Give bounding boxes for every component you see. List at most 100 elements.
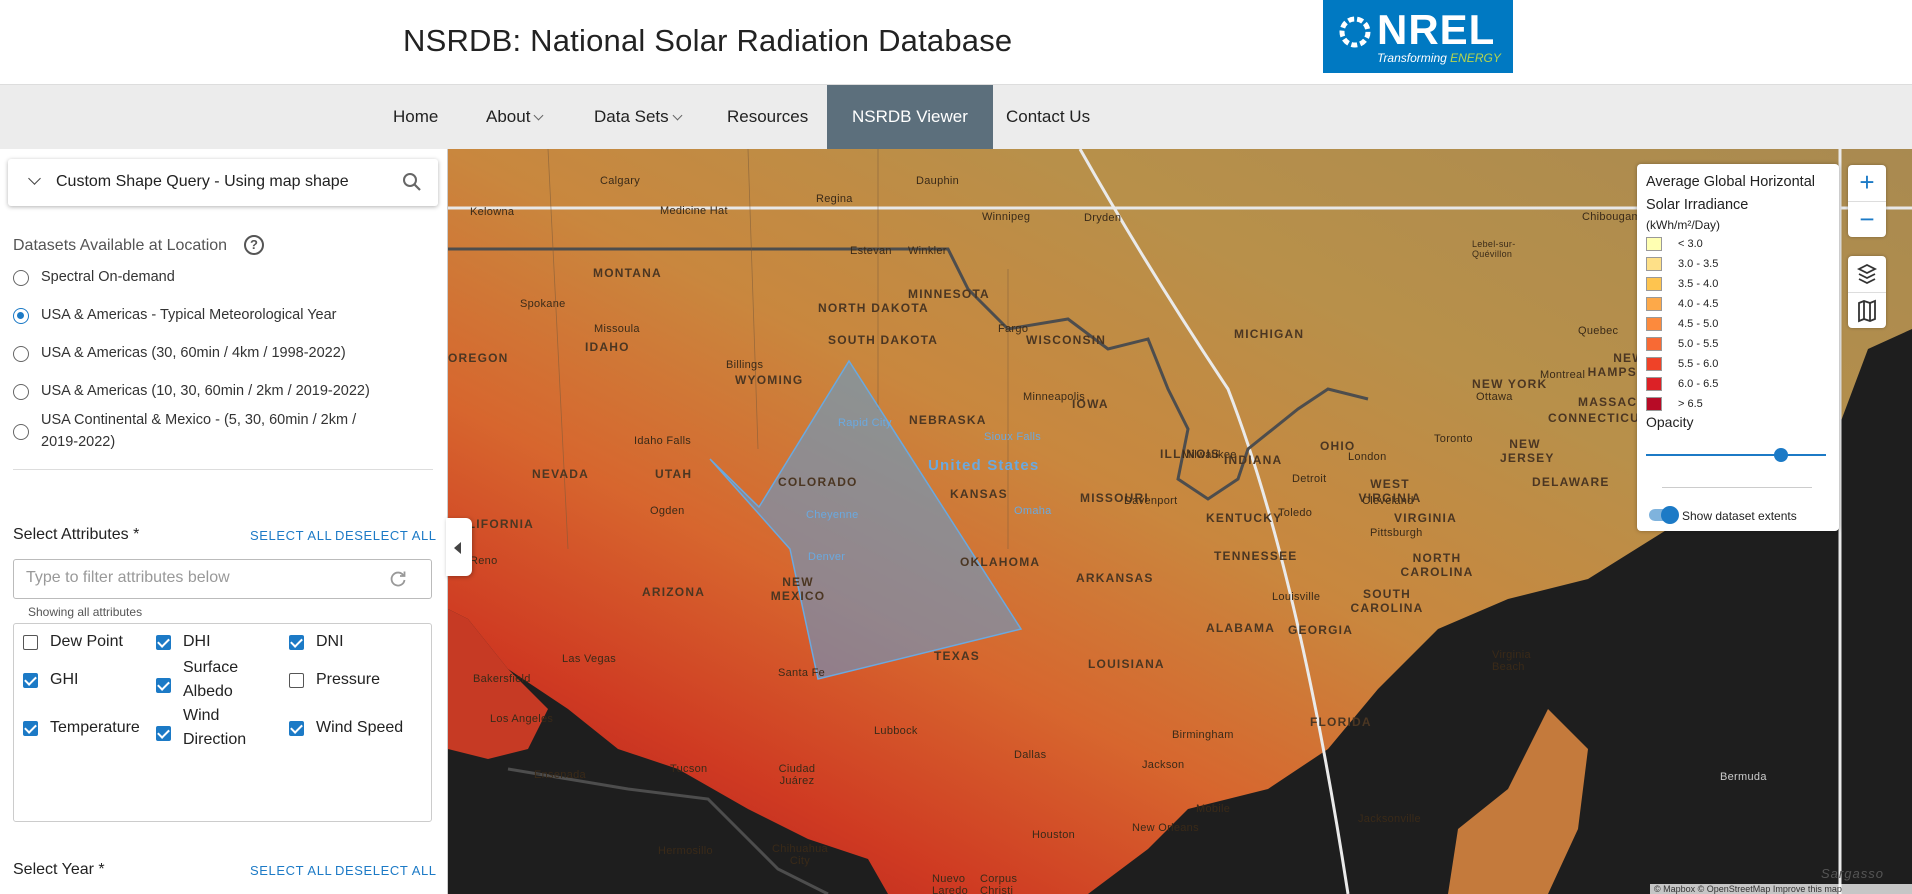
query-type-select[interactable]: Custom Shape Query - Using map shape bbox=[8, 159, 438, 206]
attr-label[interactable]: Surface Albedo bbox=[183, 656, 263, 704]
dataset-radio[interactable] bbox=[13, 308, 29, 324]
state-label: NEVADA bbox=[532, 467, 589, 481]
zoom-out-button[interactable]: − bbox=[1848, 201, 1886, 237]
zoom-control: + − bbox=[1848, 165, 1886, 237]
city-label: Lubbock bbox=[874, 725, 918, 737]
basemap-button[interactable] bbox=[1848, 292, 1886, 328]
datasets-heading: Datasets Available at Location bbox=[13, 237, 228, 254]
state-label: NEW MEXICO bbox=[770, 575, 826, 603]
attr-wind-direction-checkbox[interactable] bbox=[156, 726, 171, 741]
map-legend: Average Global Horizontal Solar Irradian… bbox=[1637, 164, 1839, 531]
search-icon[interactable] bbox=[401, 171, 423, 193]
opacity-slider-handle[interactable] bbox=[1774, 448, 1788, 462]
attr-dhi-checkbox[interactable] bbox=[156, 635, 171, 650]
attributes-select-all-button[interactable]: SELECT ALL bbox=[250, 528, 332, 543]
opacity-slider-track[interactable] bbox=[1646, 454, 1826, 456]
attr-wind-speed-checkbox[interactable] bbox=[289, 721, 304, 736]
city-label: Winnipeg bbox=[982, 211, 1031, 223]
attr-label[interactable]: Wind Direction bbox=[183, 704, 273, 752]
chevron-down-icon bbox=[28, 172, 41, 185]
state-label: SOUTH CAROLINA bbox=[1350, 587, 1424, 615]
state-label: GEORGIA bbox=[1288, 623, 1354, 637]
layers-button[interactable] bbox=[1848, 256, 1886, 292]
attr-label[interactable]: DHI bbox=[183, 630, 211, 654]
city-label: Estevan bbox=[850, 245, 892, 257]
city-label: Sioux Falls bbox=[984, 431, 1042, 443]
attr-label[interactable]: Dew Point bbox=[50, 630, 123, 654]
dataset-radio[interactable] bbox=[13, 384, 29, 400]
city-label: Denver bbox=[808, 551, 846, 563]
legend-swatch bbox=[1646, 337, 1662, 351]
nav-home[interactable]: Home bbox=[393, 85, 438, 149]
city-label: Detroit bbox=[1292, 473, 1327, 485]
map-watermark: Sargasso bbox=[1821, 866, 1884, 881]
dataset-label[interactable]: USA Continental & Mexico - (5, 30, 60min… bbox=[41, 409, 381, 453]
attr-label[interactable]: Temperature bbox=[50, 716, 140, 740]
dataset-extents-toggle[interactable] bbox=[1649, 506, 1679, 524]
state-label: MICHIGAN bbox=[1234, 327, 1305, 341]
dataset-radio[interactable] bbox=[13, 346, 29, 362]
nav-nsrdb-viewer[interactable]: NSRDB Viewer bbox=[827, 85, 993, 149]
dataset-radio[interactable] bbox=[13, 270, 29, 286]
dataset-label[interactable]: USA & Americas - Typical Meteorological … bbox=[41, 304, 337, 326]
attr-dew-point-checkbox[interactable] bbox=[23, 635, 38, 650]
city-label: Winkler bbox=[908, 245, 947, 257]
nav-about[interactable]: About bbox=[486, 85, 544, 149]
city-label: London bbox=[1348, 451, 1387, 463]
state-label: KENTUCKY bbox=[1206, 511, 1283, 525]
layers-icon bbox=[1856, 263, 1878, 285]
attribute-filter-input[interactable] bbox=[26, 569, 386, 587]
sidebar-collapse-button[interactable] bbox=[446, 518, 472, 576]
state-label: COLORADO bbox=[778, 475, 858, 489]
dataset-label[interactable]: USA & Americas (30, 60min / 4km / 1998-2… bbox=[41, 342, 346, 364]
city-label: Bermuda bbox=[1720, 771, 1767, 783]
state-label: KANSAS bbox=[950, 487, 1008, 501]
legend-divider bbox=[1662, 487, 1812, 488]
city-label: Dauphin bbox=[916, 175, 960, 187]
nav-data-sets[interactable]: Data Sets bbox=[594, 85, 683, 149]
attr-dni-checkbox[interactable] bbox=[289, 635, 304, 650]
city-label: Ottawa bbox=[1476, 391, 1513, 403]
city-label: Birmingham bbox=[1172, 729, 1234, 741]
city-label: Quebec bbox=[1578, 325, 1619, 337]
city-label: Montreal bbox=[1540, 369, 1586, 381]
attr-label[interactable]: Wind Speed bbox=[316, 716, 403, 740]
city-label: Cheyenne bbox=[806, 509, 859, 521]
nrel-logo[interactable]: NREL Transforming ENERGY bbox=[1323, 0, 1513, 73]
dataset-radio[interactable] bbox=[13, 424, 29, 440]
nav-contact-us[interactable]: Contact Us bbox=[1006, 85, 1090, 149]
query-type-label: Custom Shape Query - Using map shape bbox=[56, 173, 349, 190]
zoom-in-button[interactable]: + bbox=[1848, 165, 1886, 201]
year-deselect-all-button[interactable]: DESELECT ALL bbox=[335, 863, 437, 878]
city-label: Jackson bbox=[1142, 759, 1185, 771]
state-label: DELAWARE bbox=[1532, 475, 1610, 489]
help-icon[interactable]: ? bbox=[244, 235, 264, 255]
city-label: Toronto bbox=[1434, 433, 1473, 445]
attr-label[interactable]: Pressure bbox=[316, 668, 380, 692]
nav-resources[interactable]: Resources bbox=[727, 85, 808, 149]
attr-label[interactable]: GHI bbox=[50, 668, 78, 692]
attr-label[interactable]: DNI bbox=[316, 630, 344, 654]
year-heading: Select Year * bbox=[13, 861, 105, 878]
legend-title: Average Global Horizontal Solar Irradian… bbox=[1646, 174, 1815, 213]
legend-swatch bbox=[1646, 297, 1662, 311]
city-label: Corpus Christi bbox=[980, 873, 1018, 894]
attributes-deselect-all-button[interactable]: DESELECT ALL bbox=[335, 528, 437, 543]
state-label: SOUTH DAKOTA bbox=[828, 333, 939, 347]
attr-temperature-checkbox[interactable] bbox=[23, 721, 38, 736]
nrel-logo-tagline: Transforming ENERGY bbox=[1377, 51, 1501, 65]
city-label: Billings bbox=[726, 359, 764, 371]
state-label: CONNECTICUT bbox=[1548, 411, 1649, 425]
state-label: LOUISIANA bbox=[1088, 657, 1165, 671]
state-label: TEXAS bbox=[934, 649, 981, 663]
city-label: Virginia Beach bbox=[1492, 649, 1531, 673]
dataset-label[interactable]: USA & Americas (10, 30, 60min / 2km / 20… bbox=[41, 380, 370, 402]
attr-pressure-checkbox[interactable] bbox=[289, 673, 304, 688]
attr-ghi-checkbox[interactable] bbox=[23, 673, 38, 688]
attr-surface-albedo-checkbox[interactable] bbox=[156, 678, 171, 693]
dataset-label[interactable]: Spectral On-demand bbox=[41, 266, 175, 288]
map-attribution[interactable]: © Mapbox © OpenStreetMap Improve this ma… bbox=[1650, 884, 1912, 894]
year-select-all-button[interactable]: SELECT ALL bbox=[250, 863, 332, 878]
refresh-icon[interactable] bbox=[388, 569, 408, 589]
attribute-filter-field[interactable] bbox=[13, 559, 432, 599]
